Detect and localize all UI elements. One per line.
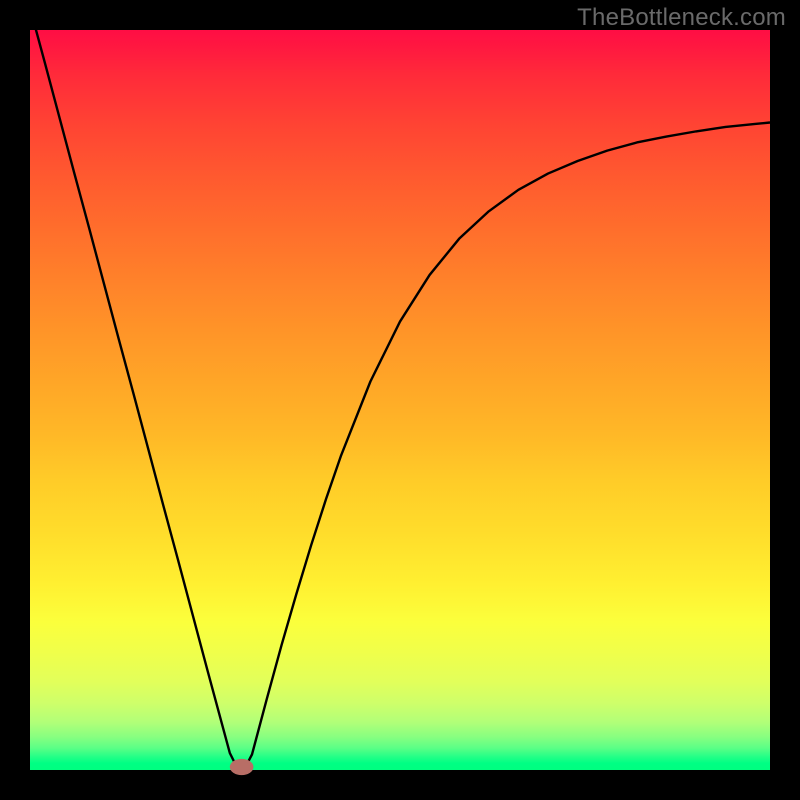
minimum-marker bbox=[230, 759, 254, 775]
plot-area bbox=[30, 30, 770, 770]
chart-frame: TheBottleneck.com bbox=[0, 0, 800, 800]
watermark-text: TheBottleneck.com bbox=[577, 4, 786, 32]
bottleneck-curve bbox=[30, 8, 770, 770]
curve-svg bbox=[30, 30, 770, 770]
